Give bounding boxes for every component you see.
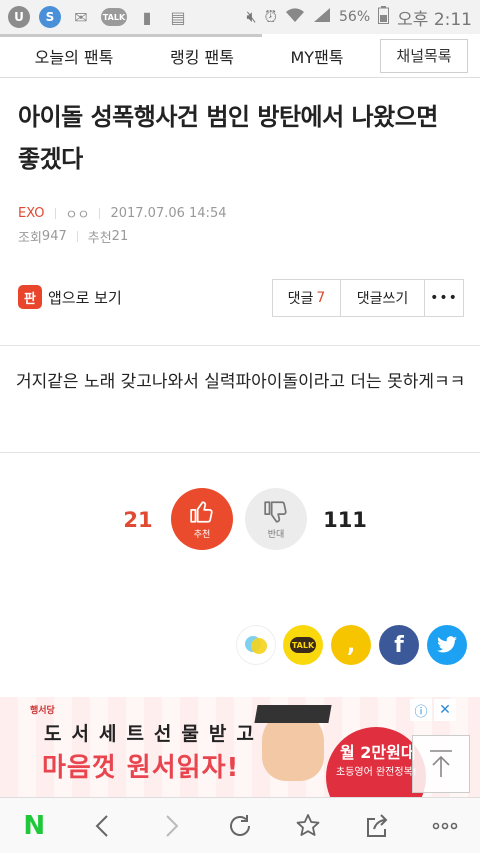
back-button[interactable]: [69, 798, 138, 853]
ad-headline: 도서세트선물받고: [44, 723, 264, 745]
divider: [99, 208, 101, 219]
mute-icon: 🔇︎: [246, 7, 257, 26]
star-icon: [296, 813, 320, 836]
refresh-button[interactable]: [206, 798, 275, 853]
sim-icon: ▮: [142, 7, 152, 27]
write-comment-button[interactable]: 댓글쓰기: [341, 280, 425, 316]
signal-icon: [313, 7, 331, 27]
kakaopage-icon: ,: [346, 632, 356, 658]
recommend-count: 21: [111, 229, 129, 244]
comment-button-group: 댓글 7 댓글쓰기 •••: [272, 279, 464, 317]
clipboard-icon: ▤: [170, 7, 186, 27]
browser-toolbar: N: [0, 797, 480, 853]
pann-app-icon: 판: [18, 285, 42, 309]
clock: 오후 2:11: [397, 9, 472, 30]
channel-list-button[interactable]: 채널목록: [380, 38, 468, 73]
divider: [0, 452, 480, 453]
u-icon: U: [8, 6, 30, 28]
scroll-to-top-button[interactable]: [412, 735, 470, 793]
kakaopage-share-button[interactable]: ,: [331, 625, 371, 665]
ad-price: 월 2만원대: [340, 743, 416, 762]
recommend-label: 추천: [87, 231, 112, 246]
kakaotalk-icon: TALK: [290, 637, 316, 653]
wifi-icon: [285, 7, 305, 27]
top-tabs: 오늘의 팬톡 랭킹 팬톡 MY팬톡 채널목록: [0, 34, 480, 78]
post-stats: 조회 947 추천 21: [18, 227, 128, 246]
ad-slogan: 마음껏 원서읽자!: [42, 753, 240, 783]
refresh-icon: [229, 814, 250, 836]
mail-icon: ✉: [74, 7, 88, 27]
chevron-left-icon: [95, 814, 108, 837]
comments-button[interactable]: 댓글 7: [273, 280, 341, 316]
post-body: 거지같은 노래 갖고나와서 실력파아이돌이라고 더는 못하게ㅋㅋ: [16, 372, 466, 392]
more-options-button[interactable]: •••: [425, 280, 463, 316]
post-meta: EXO ㅇㅇ 2017.07.06 14:54: [18, 204, 226, 223]
chevron-right-icon: [166, 814, 179, 837]
upvote-button[interactable]: 추천: [171, 488, 233, 550]
downvote-label: 반대: [267, 529, 285, 540]
more-dots-icon: [432, 822, 458, 829]
upvote-label: 추천: [193, 529, 211, 540]
downvote-button[interactable]: 반대: [245, 488, 307, 550]
kakaostory-share-button[interactable]: [236, 625, 276, 665]
board-link[interactable]: EXO: [18, 206, 45, 221]
ad-character-hat: [254, 705, 332, 723]
kakaotalk-share-button[interactable]: TALK: [283, 625, 323, 665]
twitter-share-button[interactable]: [427, 625, 467, 665]
ad-info-icon[interactable]: ⓘ: [410, 699, 432, 721]
comments-label: 댓글: [287, 291, 314, 307]
ad-brand: 행서당: [30, 706, 55, 716]
s-icon: S: [39, 6, 61, 28]
tab-today[interactable]: 오늘의 팬톡: [0, 34, 148, 77]
upvote-count: 21: [123, 508, 153, 532]
views-label: 조회: [18, 231, 42, 246]
ad-banner[interactable]: 행서당 도서세트선물받고 마음껏 원서읽자! 월 2만원대 초등영어 완전정복!…: [0, 697, 480, 797]
thumbs-down-icon: [264, 500, 287, 523]
app-view-link[interactable]: 판 앱으로 보기: [18, 285, 122, 309]
bookmark-button[interactable]: [274, 798, 343, 853]
post-title: 아이돌 성폭행사건 범인 방탄에서 나왔으면 좋겠다: [18, 103, 438, 173]
tab-my[interactable]: MY팬톡: [256, 34, 378, 77]
author: ㅇㅇ: [65, 208, 90, 223]
downvote-count: 111: [323, 508, 367, 532]
divider: [0, 345, 480, 346]
battery-icon: [378, 6, 390, 28]
share-icon: [366, 813, 388, 837]
divider: [54, 208, 56, 219]
kakaostory-icon: [245, 636, 267, 654]
share-button[interactable]: [343, 798, 412, 853]
twitter-icon: [437, 636, 457, 653]
arrow-up-icon: [430, 750, 452, 777]
tab-indicator: [0, 34, 262, 37]
divider: [76, 231, 78, 242]
facebook-share-button[interactable]: f: [379, 625, 419, 665]
views-count: 947: [41, 229, 67, 244]
status-bar: U S ✉ TALK ▮ ▤ 🔇︎ ⏰︎ 56% 오후 2:11: [0, 0, 480, 34]
ad-price-sub: 초등영어 완전정복!: [336, 767, 417, 778]
naver-home-button[interactable]: N: [0, 798, 69, 853]
talk-icon: TALK: [101, 8, 127, 26]
thumbs-up-icon: [190, 500, 213, 523]
forward-button[interactable]: [137, 798, 206, 853]
post-date: 2017.07.06 14:54: [110, 206, 227, 221]
tab-ranking[interactable]: 랭킹 팬톡: [148, 34, 256, 77]
app-view-label: 앱으로 보기: [48, 288, 122, 307]
facebook-icon: f: [394, 632, 404, 658]
more-menu-button[interactable]: [411, 798, 480, 853]
ad-close-icon[interactable]: ✕: [434, 699, 456, 721]
battery-percent: 56%: [339, 9, 371, 25]
naver-icon: N: [23, 810, 46, 841]
alarm-icon: ⏰︎: [264, 7, 278, 26]
comments-count: 7: [316, 290, 326, 306]
